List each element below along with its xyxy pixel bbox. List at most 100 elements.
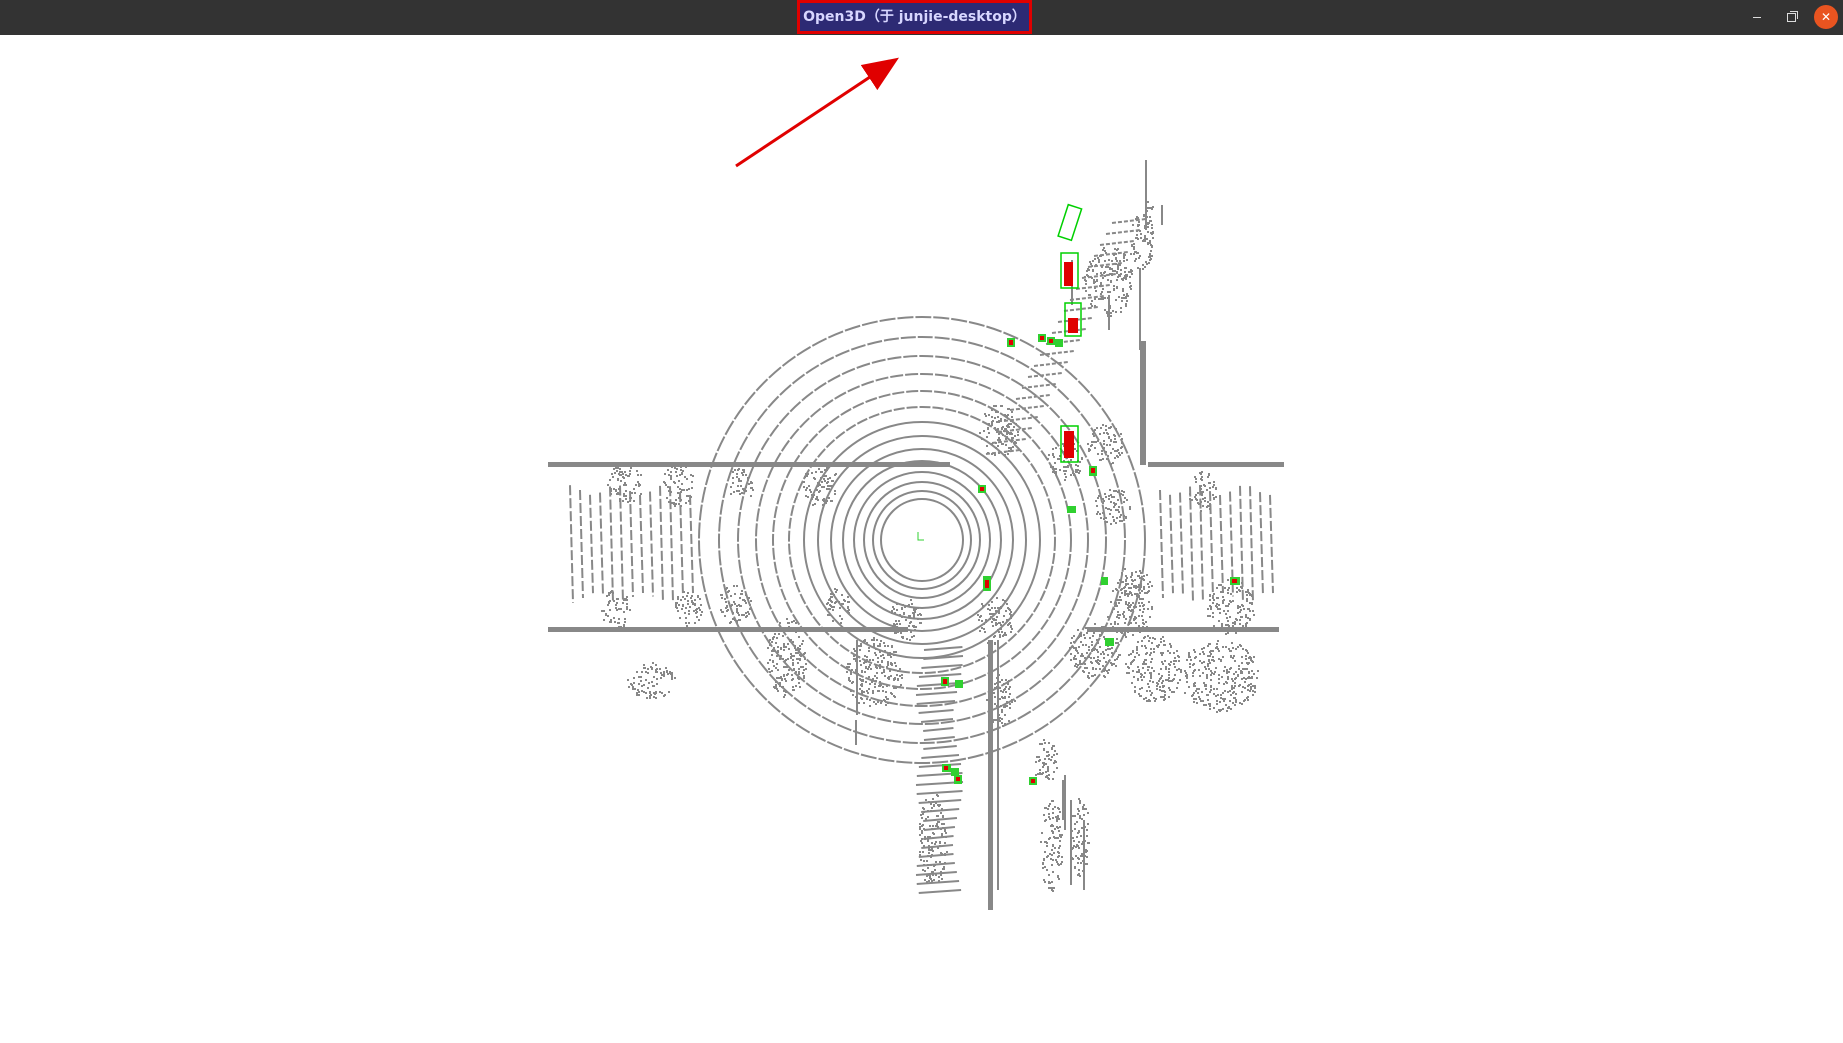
lidar-point	[636, 671, 638, 673]
lidar-point	[1083, 634, 1085, 636]
lidar-point	[904, 606, 906, 608]
lidar-point	[1132, 634, 1134, 636]
lidar-point	[1120, 514, 1122, 516]
lidar-point	[832, 620, 834, 622]
lidar-point	[923, 811, 925, 813]
lidar-point	[1173, 663, 1175, 665]
lidar-point	[860, 645, 862, 647]
lidar-point	[1107, 508, 1109, 510]
lidar-pole	[1145, 160, 1147, 230]
lidar-point	[1114, 270, 1116, 272]
lidar-point	[1193, 685, 1195, 687]
restore-icon	[1787, 11, 1798, 22]
lidar-point	[928, 874, 930, 876]
lidar-point	[1214, 671, 1216, 673]
lidar-point	[1011, 628, 1013, 630]
lidar-point	[1223, 670, 1225, 672]
lidar-point	[865, 681, 867, 683]
lidar-point	[872, 678, 874, 680]
lidar-point	[681, 489, 683, 491]
lidar-point	[1125, 278, 1127, 280]
lidar-point	[1141, 645, 1143, 647]
lidar-point	[680, 505, 682, 507]
window-title-bar[interactable]: Open3D（于 junjie-desktop） ✕	[0, 0, 1843, 35]
lidar-point	[1202, 672, 1204, 674]
lidar-point	[1158, 673, 1160, 675]
lidar-point	[1247, 685, 1249, 687]
lidar-point	[1004, 714, 1006, 716]
lidar-point	[891, 610, 893, 612]
lidar-point	[1084, 663, 1086, 665]
lidar-point	[671, 674, 673, 676]
lidar-point	[1124, 497, 1126, 499]
pedestrian-box-13	[955, 680, 963, 688]
lidar-point	[772, 638, 774, 640]
lidar-point	[913, 609, 915, 611]
lidar-point	[678, 604, 680, 606]
lidar-point	[1234, 660, 1236, 662]
lidar-pole	[997, 640, 999, 890]
lidar-point	[991, 443, 993, 445]
lidar-point	[681, 483, 683, 485]
lidar-point	[1234, 704, 1236, 706]
lidar-point	[1099, 285, 1101, 287]
lidar-point	[779, 658, 781, 660]
lidar-point	[1104, 260, 1106, 262]
lidar-point	[1075, 647, 1077, 649]
point-cloud-svg[interactable]	[0, 35, 1843, 1043]
lidar-point	[1095, 441, 1097, 443]
close-button[interactable]: ✕	[1814, 5, 1838, 29]
road-scan-line	[923, 736, 955, 741]
lidar-point	[992, 618, 994, 620]
lidar-point	[1135, 585, 1137, 587]
point-cloud-viewport[interactable]	[0, 35, 1843, 1043]
lidar-point	[675, 503, 677, 505]
lidar-point	[1101, 274, 1103, 276]
lidar-point	[638, 483, 640, 485]
lidar-point	[1121, 452, 1123, 454]
lidar-point	[944, 842, 946, 844]
lidar-point	[732, 612, 734, 614]
lidar-point	[859, 649, 861, 651]
lidar-point	[1204, 684, 1206, 686]
lidar-point	[1227, 592, 1229, 594]
lidar-point	[851, 669, 853, 671]
lidar-point	[637, 689, 639, 691]
lidar-point	[1092, 675, 1094, 677]
lidar-point	[819, 490, 821, 492]
lidar-point	[1251, 677, 1253, 679]
lidar-point	[808, 485, 810, 487]
lidar-point	[720, 609, 722, 611]
lidar-point	[1251, 602, 1253, 604]
lidar-point	[889, 670, 891, 672]
lidar-point	[1055, 816, 1057, 818]
lidar-point	[1046, 755, 1048, 757]
lidar-point	[1150, 694, 1152, 696]
lidar-point	[1129, 606, 1131, 608]
lidar-point	[1222, 591, 1224, 593]
road-scan-line	[923, 826, 956, 831]
lidar-point	[1119, 614, 1121, 616]
lidar-point	[852, 681, 854, 683]
lidar-point	[1097, 497, 1099, 499]
lidar-point	[1078, 869, 1080, 871]
lidar-point	[1220, 584, 1222, 586]
lidar-point	[1225, 624, 1227, 626]
minimize-button[interactable]	[1746, 6, 1768, 28]
lidar-point	[1130, 269, 1132, 271]
lidar-point	[1229, 690, 1231, 692]
lidar-point	[1165, 668, 1167, 670]
lidar-point	[1219, 629, 1221, 631]
lidar-point	[1117, 642, 1119, 644]
lidar-point	[691, 481, 693, 483]
lidar-point	[1200, 485, 1202, 487]
lidar-point	[1110, 601, 1112, 603]
lidar-point	[651, 681, 653, 683]
lidar-point	[1052, 859, 1054, 861]
lidar-point	[1085, 849, 1087, 851]
restore-button[interactable]	[1780, 6, 1802, 28]
lidar-point	[1148, 222, 1150, 224]
lidar-point	[996, 421, 998, 423]
lidar-point	[1061, 834, 1063, 836]
lidar-point	[1209, 643, 1211, 645]
